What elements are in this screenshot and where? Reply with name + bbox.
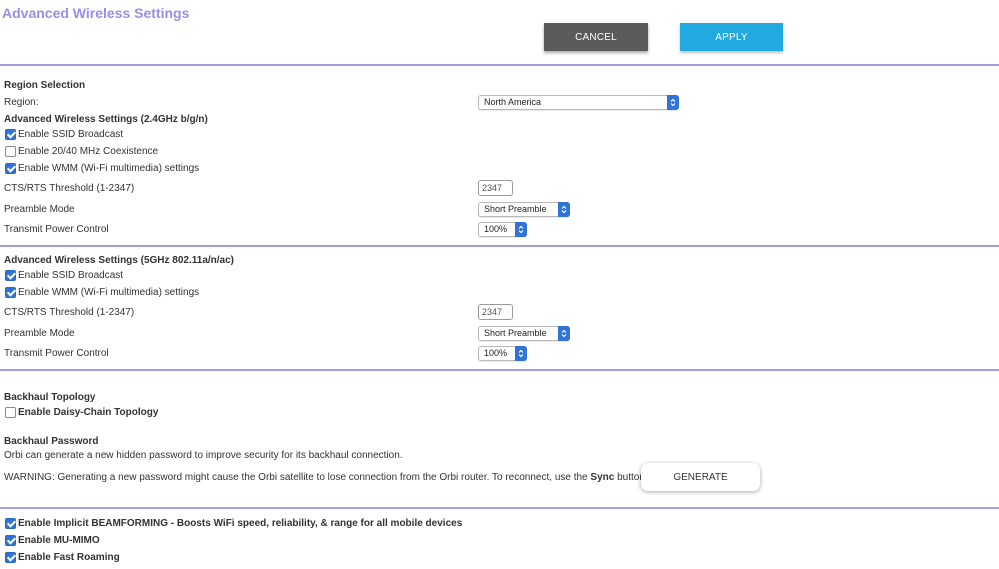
region-select-value: North America [484,97,542,107]
wifi5-preamble-value: Short Preamble [484,328,547,338]
warning-sync-word: Sync [590,472,615,483]
wifi5-ssid-broadcast-label: Enable SSID Broadcast [18,270,124,281]
wifi24-coexistence-checkbox[interactable] [5,146,16,157]
wifi24-power-value: 100% [484,224,508,234]
select-arrows-icon [558,202,570,217]
section-divider [0,245,999,247]
region-heading: Region Selection [4,80,86,91]
beamforming-checkbox[interactable] [5,518,16,529]
fast-roaming-label: Enable Fast Roaming [18,552,120,563]
select-arrows-icon [558,326,570,341]
wifi24-ssid-broadcast-label: Enable SSID Broadcast [18,129,124,140]
section-divider [0,64,999,66]
wifi24-preamble-select[interactable]: Short Preamble [478,202,570,217]
wifi5-cts-input[interactable]: 2347 [478,304,513,320]
wifi5-preamble-label: Preamble Mode [4,328,75,339]
backhaul-password-heading: Backhaul Password [4,436,99,447]
mu-mimo-checkbox[interactable] [5,535,16,546]
backhaul-password-description: Orbi can generate a new hidden password … [4,450,403,461]
wifi24-power-label: Transmit Power Control [4,224,109,235]
wifi5-power-value: 100% [484,348,508,358]
fast-roaming-checkbox[interactable] [5,552,16,563]
wifi5-wmm-checkbox[interactable] [5,287,16,298]
wifi24-preamble-label: Preamble Mode [4,204,75,215]
backhaul-topology-heading: Backhaul Topology [4,392,96,403]
wifi5-ssid-broadcast-checkbox[interactable] [5,270,16,281]
select-arrows-icon [515,346,527,361]
wifi24-cts-label: CTS/RTS Threshold (1-2347) [4,183,135,194]
wifi5-wmm-label: Enable WMM (Wi-Fi multimedia) settings [18,287,200,298]
cancel-button[interactable]: CANCEL [544,23,648,51]
wifi24-cts-input[interactable]: 2347 [478,180,513,196]
beamforming-label: Enable Implicit BEAMFORMING - Boosts WiF… [18,518,463,529]
page-title: Advanced Wireless Settings [2,5,190,21]
region-label: Region: [4,97,39,108]
apply-button[interactable]: APPLY [680,23,783,51]
backhaul-warning-text: WARNING: Generating a new password might… [4,472,648,483]
wifi5-preamble-select[interactable]: Short Preamble [478,326,570,341]
mu-mimo-label: Enable MU-MIMO [18,535,100,546]
section-divider [0,507,999,509]
wifi24-wmm-checkbox[interactable] [5,163,16,174]
wifi24-coexistence-label: Enable 20/40 MHz Coexistence [18,146,159,157]
warning-prefix: WARNING: Generating a new password might… [4,472,588,483]
wifi24-wmm-label: Enable WMM (Wi-Fi multimedia) settings [18,163,200,174]
wifi5-power-select[interactable]: 100% [478,346,527,361]
daisy-chain-label: Enable Daisy-Chain Topology [18,407,159,418]
daisy-chain-checkbox[interactable] [5,407,16,418]
wifi24-power-select[interactable]: 100% [478,222,527,237]
wifi24-preamble-value: Short Preamble [484,204,547,214]
select-arrows-icon [515,222,527,237]
generate-button[interactable]: GENERATE [641,463,760,491]
wifi5-cts-label: CTS/RTS Threshold (1-2347) [4,307,135,318]
wifi24-heading: Advanced Wireless Settings (2.4GHz b/g/n… [4,114,208,125]
section-divider [0,369,999,371]
wifi5-heading: Advanced Wireless Settings (5GHz 802.11a… [4,255,235,266]
region-select[interactable]: North America [478,95,679,110]
wifi24-ssid-broadcast-checkbox[interactable] [5,129,16,140]
wifi5-power-label: Transmit Power Control [4,348,109,359]
select-arrows-icon [667,95,679,110]
